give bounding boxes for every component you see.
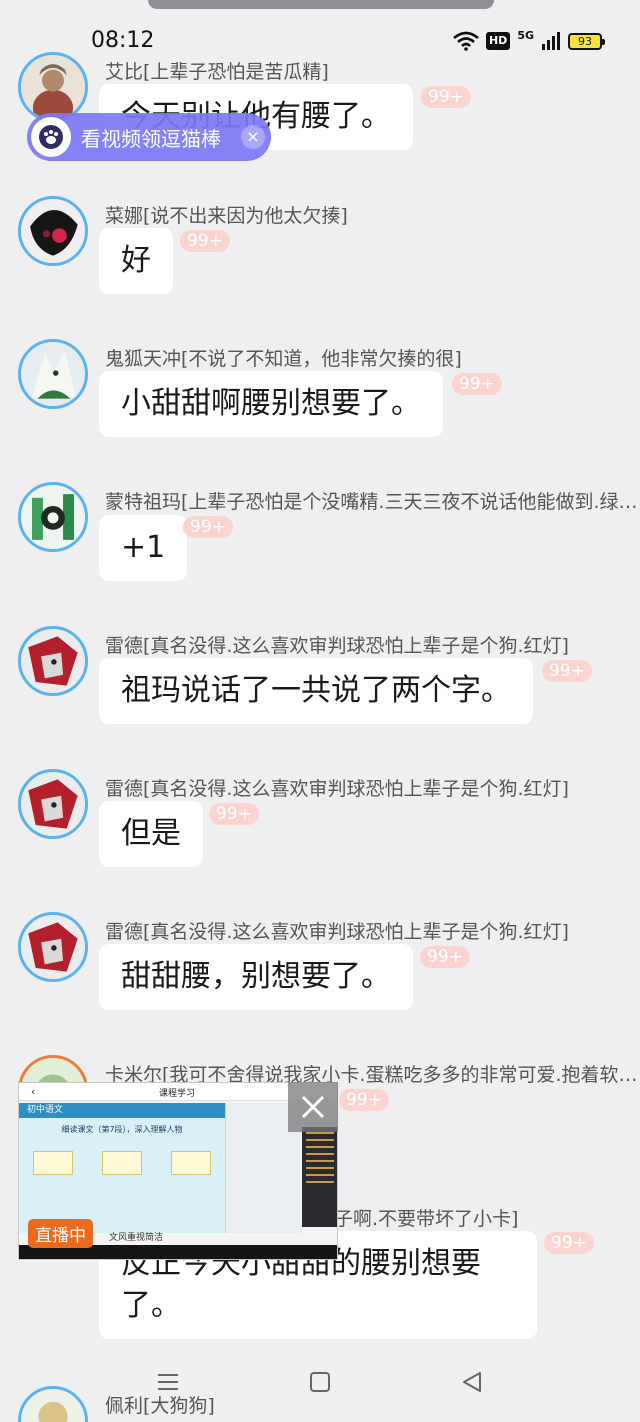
network-type-label: 5G [517,29,534,42]
status-icons: HD 5G 93 [453,28,605,54]
unread-badge: 99+ [421,86,471,108]
sender-name: 子啊.不要带坏了小卡] [334,1208,519,1230]
avatar[interactable] [18,1386,88,1422]
message-bubble[interactable]: 甜甜腰，别想要了。 [99,944,413,1010]
avatar[interactable] [18,52,88,122]
promo-banner[interactable]: 看视频领逗猫棒 × [27,113,271,161]
sender-name: 雷德[真名没得.这么喜欢审判球恐怕上辈子是个狗.红灯] [105,778,569,800]
clock: 08:12 [91,28,155,53]
battery-icon: 93 [568,32,605,50]
avatar-image [21,772,85,836]
message-bubble[interactable]: 好 [99,228,173,294]
sender-name: 蒙特祖玛[上辈子恐怕是个没嘴精.三天三夜不说话他能做到.绿… [105,491,638,513]
avatar[interactable] [18,482,88,552]
avatar[interactable] [18,769,88,839]
live-close-button[interactable] [288,1082,338,1132]
live-window-title: 课程学习 [159,1089,196,1099]
unread-badge: 99+ [452,373,502,395]
slide-subtitle: 细读课文（第7段），深入理解人物 [61,1125,183,1134]
sender-name: 雷德[真名没得.这么喜欢审判球恐怕上辈子是个狗.红灯] [105,635,569,657]
live-badge: 直播中 [28,1219,93,1248]
back-icon[interactable] [460,1370,484,1394]
sender-name: 艾比[上辈子恐怕是苦瓜精] [105,61,329,83]
message-bubble[interactable]: 但是 [99,801,203,867]
avatar-image [21,1389,85,1422]
menu-icon[interactable] [156,1370,180,1394]
slide-box [170,1151,211,1175]
hd-badge: HD [485,32,511,50]
avatar-image [21,485,85,549]
avatar-image [21,915,85,979]
sender-name: 鬼狐天冲[不说了不知道，他非常欠揍的很] [105,348,462,370]
avatar-image [21,629,85,693]
sender-name: 菜娜[说不出来因为他太欠揍] [105,205,348,227]
avatar[interactable] [18,196,88,266]
code-panel [302,1127,337,1227]
unread-badge: 99+ [209,803,259,825]
avatar[interactable] [18,626,88,696]
message-bubble[interactable]: 小甜甜啊腰别想要了。 [99,371,443,437]
top-notification-sliver [148,0,494,9]
battery-level: 93 [578,34,592,48]
message-bubble[interactable]: +1 [99,515,188,581]
close-icon [301,1095,325,1119]
avatar-image [21,342,85,406]
sender-name: 雷德[真名没得.这么喜欢审判球恐怕上辈子是个狗.红灯] [105,921,569,943]
unread-badge: 99+ [420,946,470,968]
lesson-slide: 初中语文 细读课文（第7段），深入理解人物 [19,1103,226,1233]
slide-header: 初中语文 [19,1103,225,1118]
avatar-image [21,55,85,119]
slide-box [33,1151,74,1175]
promo-close-button[interactable]: × [241,125,265,149]
unread-badge: 99+ [544,1232,594,1254]
home-icon[interactable] [308,1370,332,1394]
signal-icon [542,32,560,50]
unread-badge: 99+ [183,516,233,538]
unread-badge: 99+ [339,1089,389,1111]
message-bubble[interactable]: 祖玛说话了一共说了两个字。 [99,658,533,724]
slide-diagram [19,1151,225,1175]
back-arrow-icon: ‹ [31,1085,36,1098]
slide-box [101,1151,142,1175]
avatar[interactable] [18,339,88,409]
unread-badge: 99+ [542,660,592,682]
wifi-icon [453,31,479,51]
paw-icon [31,117,71,157]
sender-name: 佩利[大狗狗] [105,1395,215,1417]
avatar[interactable] [18,912,88,982]
promo-text: 看视频领逗猫棒 [81,126,221,151]
avatar-image [21,199,85,263]
unread-badge: 99+ [180,230,230,252]
